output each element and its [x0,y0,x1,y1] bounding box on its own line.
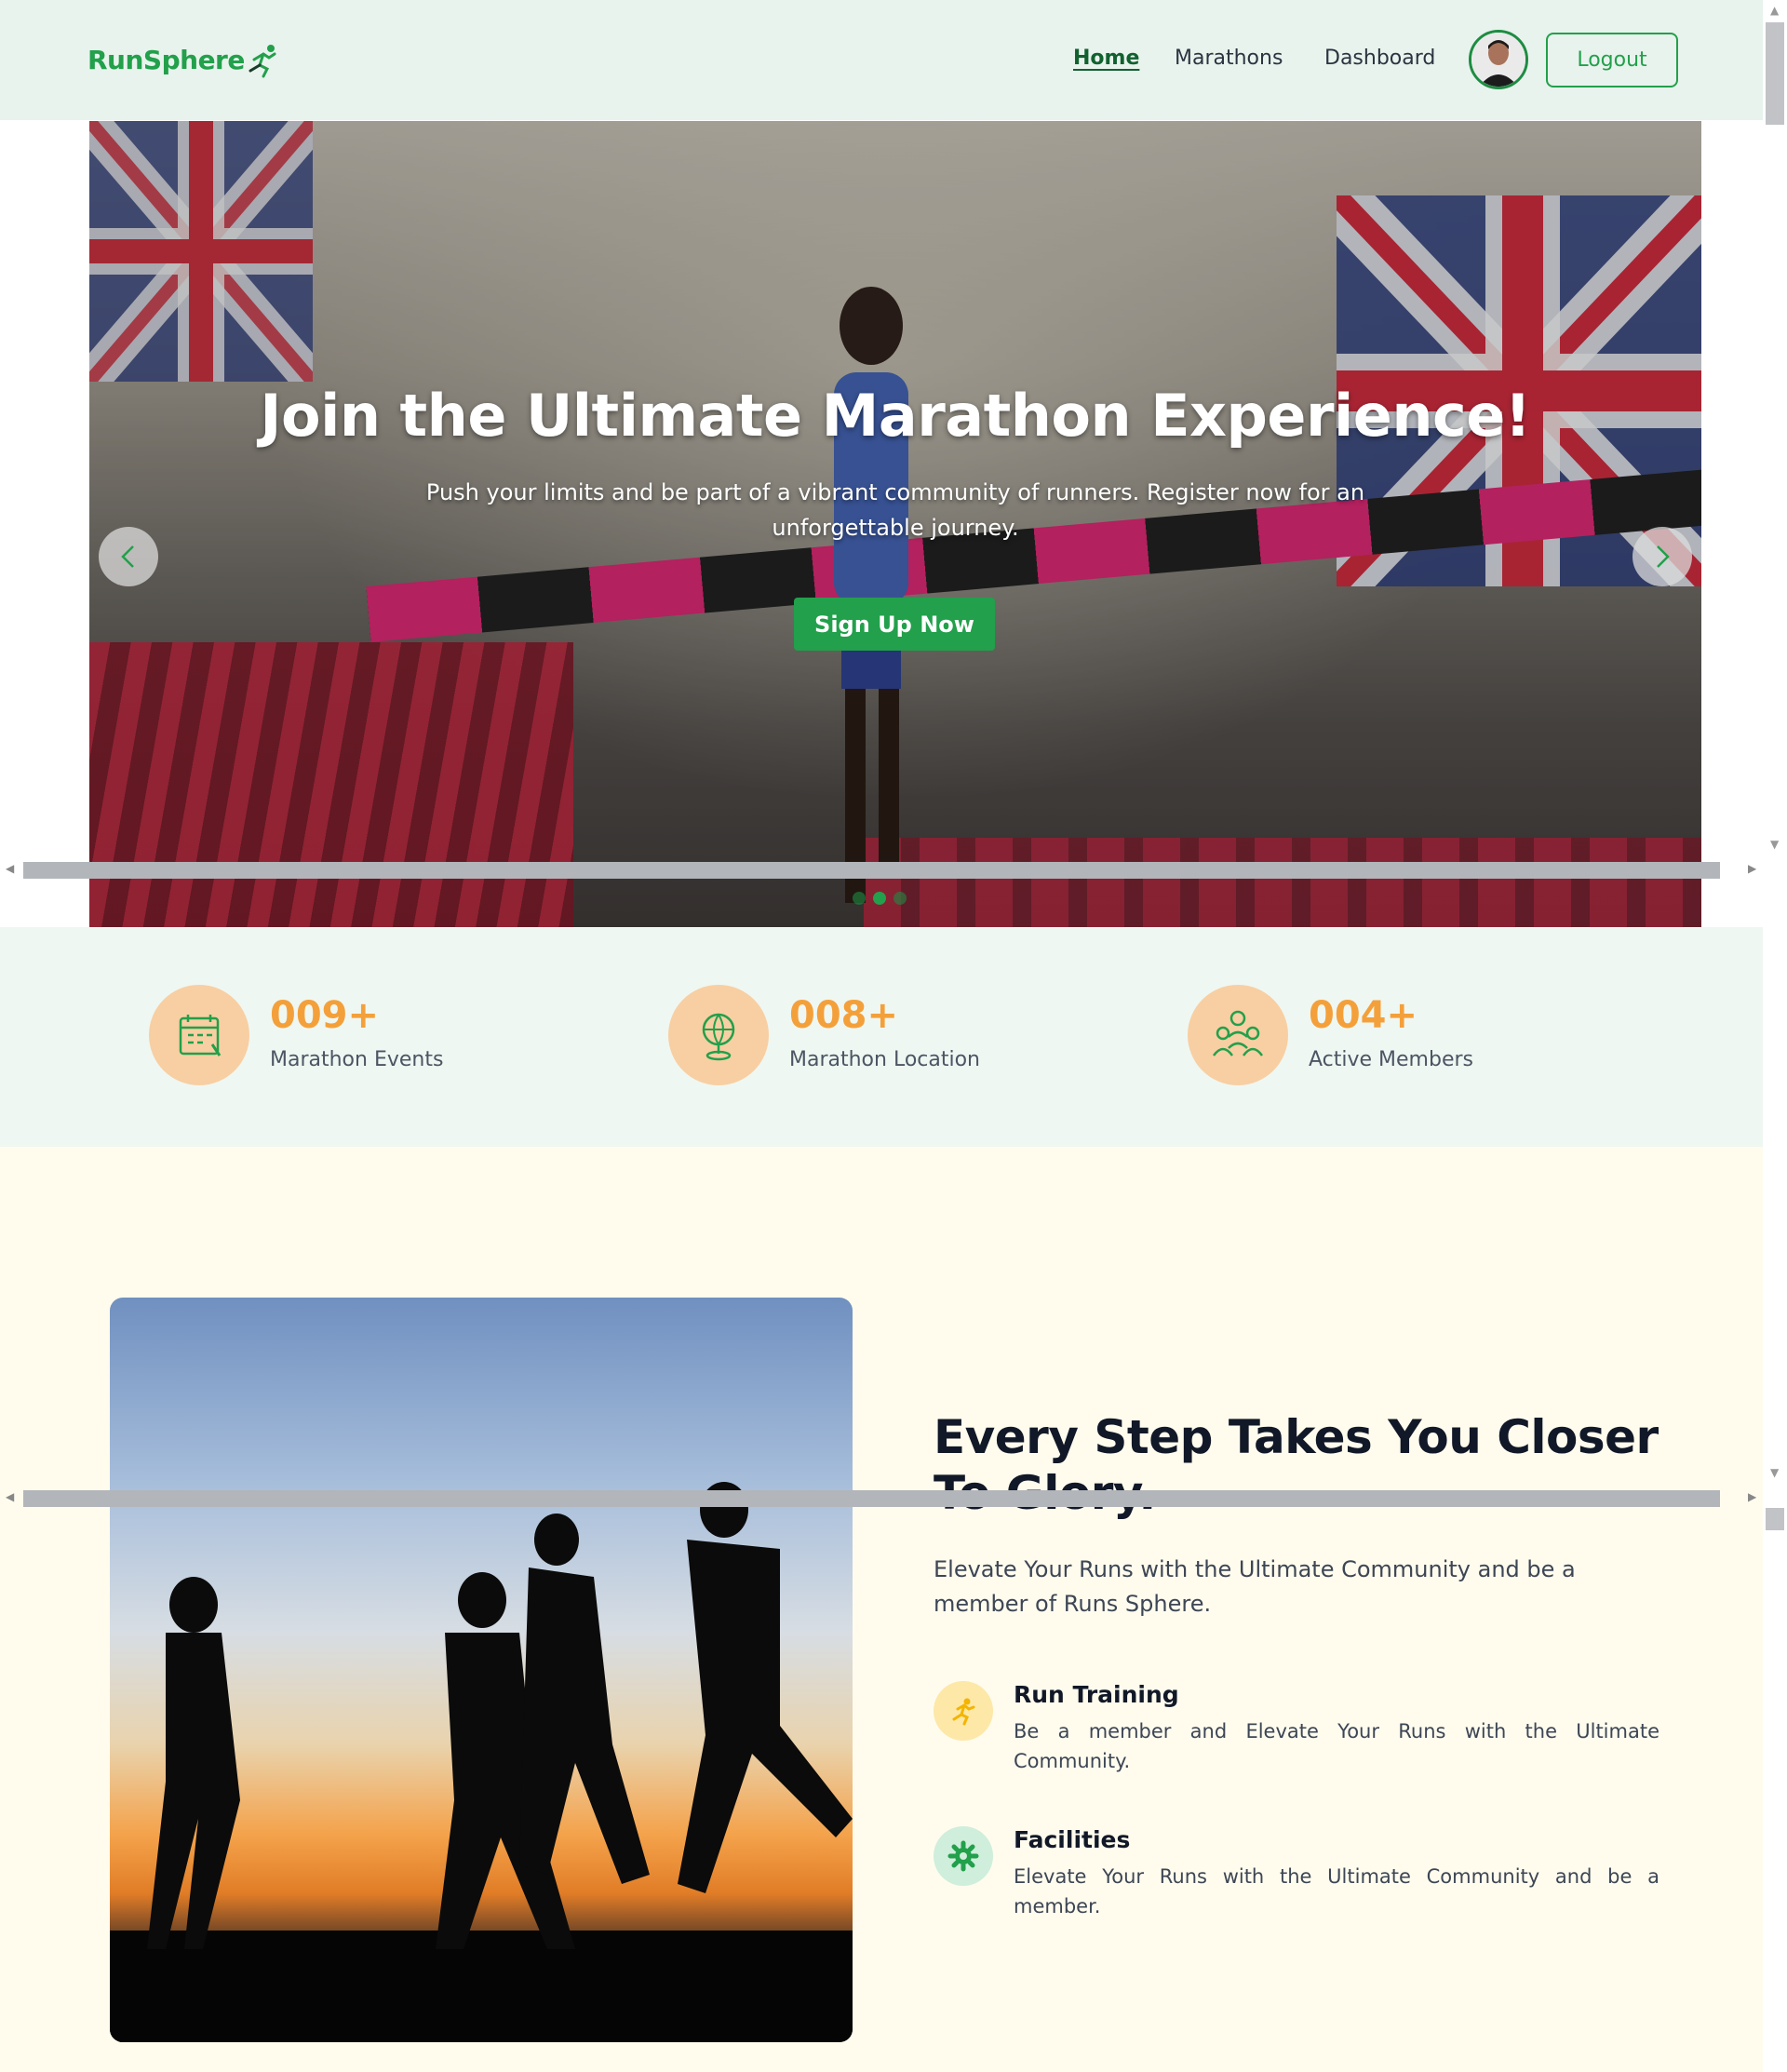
feature-item-description: Be a member and Elevate Your Runs with t… [1014,1720,1659,1772]
scroll-down-arrow-icon[interactable]: ▼ [1770,838,1779,851]
carousel-dot-1[interactable] [853,892,866,905]
carousel-dot-2[interactable] [873,892,886,905]
stat-label: Marathon Events [270,1048,444,1071]
hero-carousel: Join the Ultimate Marathon Experience! P… [89,121,1701,927]
scroll-thumb[interactable] [23,862,1720,879]
feature-item-description: Elevate Your Runs with the Ultimate Comm… [1014,1865,1659,1917]
scroll-left-arrow-icon[interactable]: ◀ [6,1490,14,1503]
stat-value: 004+ [1309,994,1418,1037]
carousel-prev-button[interactable] [99,527,158,586]
feature-item-title: Run Training [1014,1681,1179,1708]
feature-item-title: Facilities [1014,1826,1131,1853]
gear-icon [934,1826,993,1886]
sign-up-button[interactable]: Sign Up Now [794,598,995,651]
stats-section: 009+ Marathon Events 008+ Marathon Locat… [0,927,1763,1147]
feature-section: Every Step Takes You Closer To Glory. El… [0,1147,1763,2072]
hero-title: Join the Ultimate Marathon Experience! [260,382,1531,450]
carousel-dot-3[interactable] [894,892,907,905]
stat-value: 008+ [789,994,899,1037]
horizontal-scrollbar-bottom[interactable]: ◀ ▶ [0,1485,1763,1513]
scroll-up-arrow-icon[interactable]: ▲ [1770,4,1779,17]
runner-icon [934,1681,993,1741]
members-icon [1188,985,1288,1085]
carousel-next-button[interactable] [1632,527,1692,586]
scroll-thumb[interactable] [1766,22,1784,125]
chevron-left-icon [121,545,134,568]
location-globe-icon [668,985,769,1085]
scroll-right-arrow-icon[interactable]: ▶ [1748,862,1756,875]
scroll-thumb[interactable] [1766,1508,1784,1530]
user-avatar-icon [1471,33,1525,87]
stat-value: 009+ [270,994,380,1037]
scroll-down-arrow-icon[interactable]: ▼ [1770,1466,1779,1479]
nav-home[interactable]: Home [1073,47,1139,70]
scroll-thumb[interactable] [23,1490,1720,1507]
runners-silhouette-image [110,1298,853,2042]
logout-button[interactable]: Logout [1546,33,1678,87]
chevron-right-icon [1657,545,1670,568]
calendar-icon [149,985,249,1085]
scroll-right-arrow-icon[interactable]: ▶ [1748,1490,1756,1503]
vertical-scrollbar[interactable]: ▲ ▼ ▼ [1763,0,1787,2072]
scroll-left-arrow-icon[interactable]: ◀ [6,862,14,875]
hero-subtitle: Push your limits and be part of a vibran… [425,479,1365,541]
stat-label: Marathon Location [789,1048,981,1071]
nav-dashboard[interactable]: Dashboard [1324,47,1435,70]
horizontal-scrollbar-top[interactable]: ◀ ▶ [0,856,1763,884]
nav-marathons[interactable]: Marathons [1175,47,1283,70]
stat-label: Active Members [1309,1048,1473,1071]
feature-description: Elevate Your Runs with the Ultimate Comm… [934,1556,1576,1617]
user-avatar[interactable] [1469,30,1528,89]
carousel-indicators [853,892,907,905]
navbar: RunSphere Home Marathons Dashboard Logou… [0,0,1763,120]
